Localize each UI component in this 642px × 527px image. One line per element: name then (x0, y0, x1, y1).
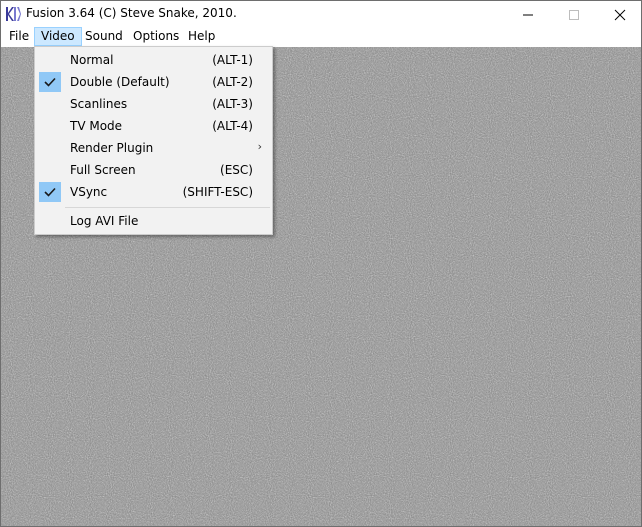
menu-item-shortcut: (SHIFT-ESC) (182, 185, 253, 199)
window-title: Fusion 3.64 (C) Steve Snake, 2010. (26, 6, 237, 20)
menu-item-label: Render Plugin (70, 141, 154, 155)
menu-item-label: VSync (70, 185, 108, 199)
menu-item-label: Double (Default) (70, 75, 170, 89)
menu-item-shortcut: (ALT-1) (212, 53, 253, 67)
minimize-icon (523, 14, 533, 16)
menu-item-label: Normal (70, 53, 114, 67)
menu-item-tv-mode[interactable]: TV Mode (ALT-4) (37, 115, 270, 137)
checkmark-icon (44, 187, 56, 197)
menu-file[interactable]: File (3, 27, 35, 46)
menu-item-scanlines[interactable]: Scanlines (ALT-3) (37, 93, 270, 115)
close-icon (614, 9, 626, 21)
video-menu-dropdown: Normal (ALT-1) Double (Default) (ALT-2) … (34, 46, 273, 235)
menu-item-log-avi[interactable]: Log AVI File (37, 210, 270, 232)
maximize-icon (569, 10, 579, 20)
menu-item-vsync[interactable]: VSync (SHIFT-ESC) (37, 181, 270, 203)
title-bar[interactable]: Fusion 3.64 (C) Steve Snake, 2010. (1, 1, 641, 27)
menu-item-shortcut: (ALT-4) (212, 119, 253, 133)
check-highlight (39, 72, 61, 92)
minimize-button[interactable] (505, 1, 551, 27)
menu-item-render-plugin[interactable]: Render Plugin › (37, 137, 270, 159)
menu-bar: File Video Sound Options Help (1, 26, 641, 47)
menu-sound[interactable]: Sound (79, 27, 129, 46)
menu-item-label: TV Mode (70, 119, 123, 133)
maximize-button[interactable] (551, 1, 597, 27)
menu-item-label: Log AVI File (70, 214, 139, 228)
menu-video[interactable]: Video (34, 27, 82, 46)
menu-separator (65, 207, 270, 208)
menu-item-label: Full Screen (70, 163, 136, 177)
app-window: Fusion 3.64 (C) Steve Snake, 2010. File … (0, 0, 642, 527)
close-button[interactable] (597, 1, 641, 27)
menu-item-full-screen[interactable]: Full Screen (ESC) (37, 159, 270, 181)
checkmark-icon (44, 77, 56, 87)
chevron-right-icon: › (257, 140, 262, 153)
menu-item-double[interactable]: Double (Default) (ALT-2) (37, 71, 270, 93)
menu-item-normal[interactable]: Normal (ALT-1) (37, 49, 270, 71)
menu-item-label: Scanlines (70, 97, 128, 111)
check-highlight (39, 182, 61, 202)
menu-help[interactable]: Help (182, 27, 221, 46)
menu-item-shortcut: (ESC) (220, 163, 253, 177)
menu-item-shortcut: (ALT-2) (212, 75, 253, 89)
menu-item-shortcut: (ALT-3) (212, 97, 253, 111)
fusion-app-icon (5, 6, 21, 22)
menu-options[interactable]: Options (127, 27, 185, 46)
